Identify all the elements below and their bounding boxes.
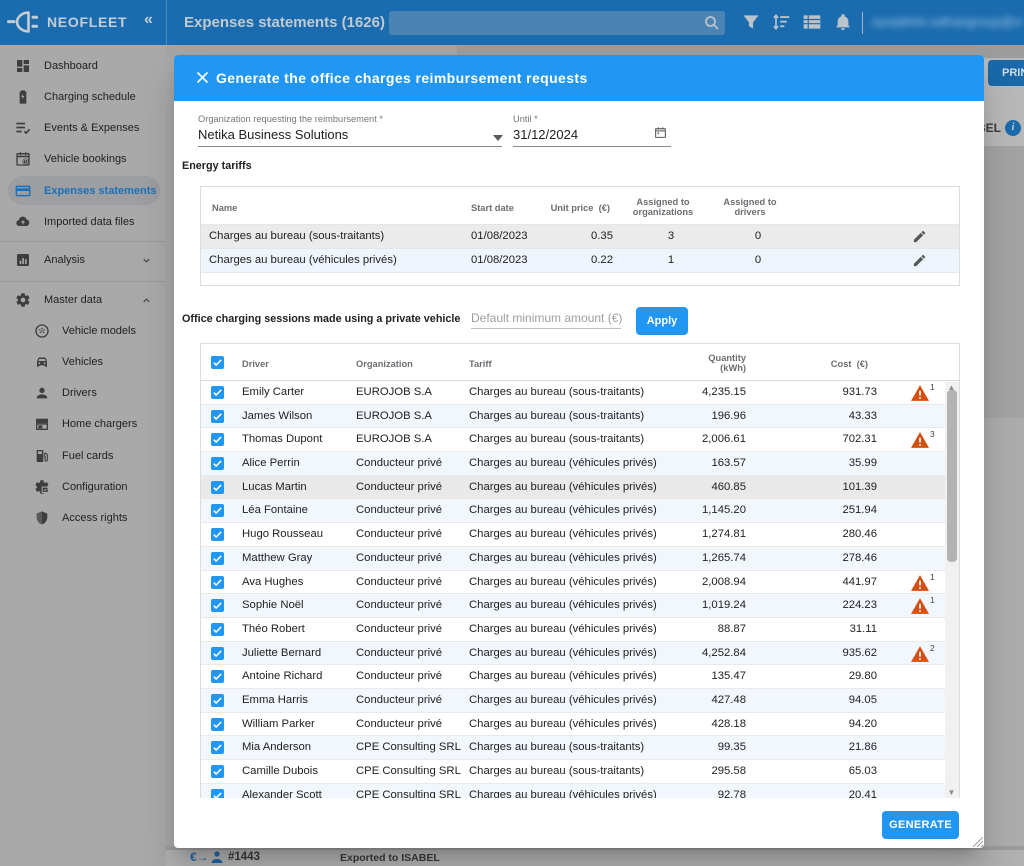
- svg-text:€→: €→: [190, 850, 209, 864]
